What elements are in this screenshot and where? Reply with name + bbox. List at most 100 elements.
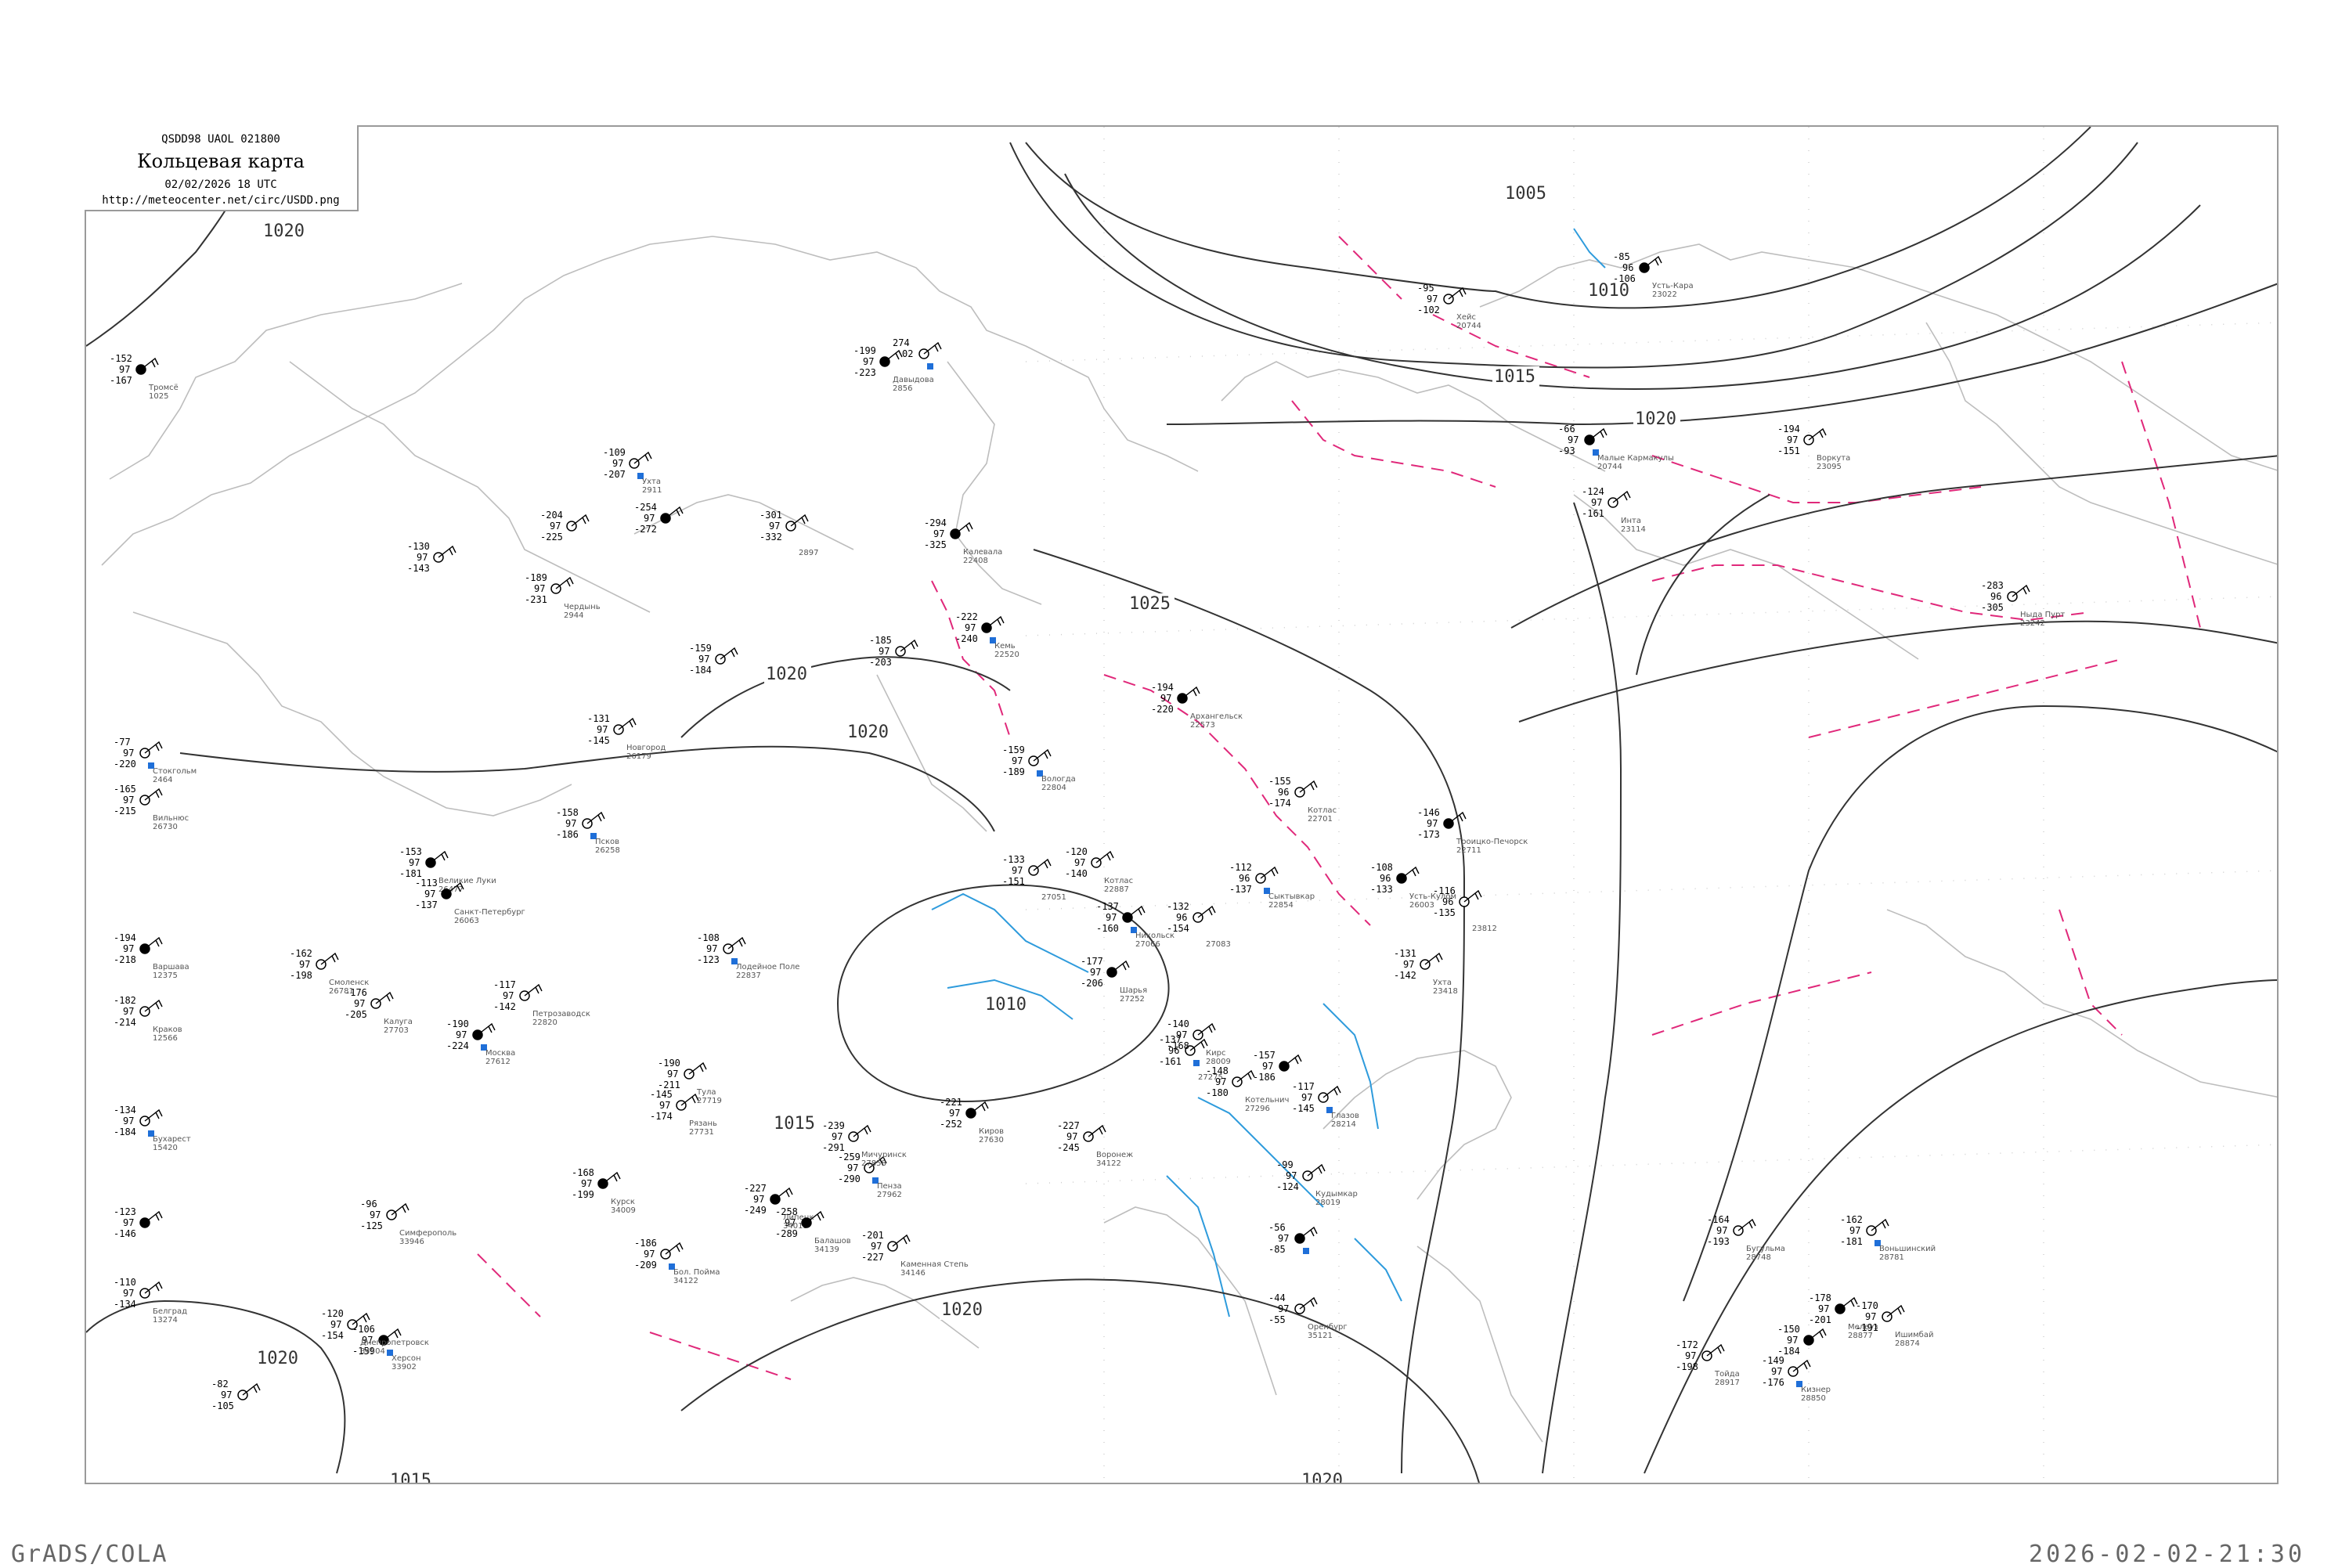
station-pressure-code: 97 bbox=[1176, 1029, 1187, 1040]
station-name: Пенза bbox=[877, 1182, 902, 1191]
station-pressure-code: 97 bbox=[123, 1006, 134, 1017]
station-plot: -11797-145 Глазов28214 bbox=[1292, 1081, 1359, 1129]
station-id: 28917 bbox=[1715, 1379, 1740, 1387]
station-name: Воронеж bbox=[1096, 1151, 1133, 1159]
station-plot: -10997-207 Ухта2911 bbox=[603, 447, 662, 495]
coastlines bbox=[101, 236, 2277, 1443]
station-dewpoint: -227 bbox=[861, 1252, 884, 1263]
station-name: Санкт-Петербург bbox=[454, 908, 525, 917]
station-dewpoint: -85 bbox=[1268, 1244, 1286, 1255]
station-plot: -19097-224 Москва27612 bbox=[446, 1018, 515, 1066]
station-id: 15420 bbox=[153, 1144, 178, 1152]
wind-barb bbox=[144, 741, 163, 754]
wind-barb bbox=[1322, 1085, 1341, 1098]
station-name: Малые Кармакулы bbox=[1597, 454, 1674, 463]
station-plot: -18697-209 Бол. Пойма34122 bbox=[634, 1238, 720, 1285]
station-pressure-code: 97 bbox=[1591, 497, 1602, 508]
station-plot: -15097-184 bbox=[1777, 1324, 1827, 1357]
isobar-label: 1005 bbox=[1505, 184, 1546, 204]
station-pressure-code: 97 bbox=[354, 998, 365, 1009]
wind-barb bbox=[1612, 490, 1631, 503]
station-id: 2856 bbox=[893, 384, 912, 393]
station-temperature: -301 bbox=[760, 510, 782, 521]
wind-barb bbox=[1299, 780, 1318, 793]
station-dewpoint: -105 bbox=[211, 1400, 234, 1411]
isobar-label: 1020 bbox=[941, 1300, 983, 1320]
wind-barb bbox=[1111, 960, 1130, 973]
station-dewpoint: -154 bbox=[321, 1330, 344, 1341]
bulletin-code: QSDD98 UAOL 021800 bbox=[161, 133, 280, 146]
isobar-1010-east bbox=[1510, 455, 2277, 629]
station-name: Тромсё bbox=[148, 384, 179, 392]
wind-barb bbox=[665, 506, 684, 519]
station-temperature: -120 bbox=[1065, 846, 1088, 857]
wind-barb bbox=[375, 991, 394, 1004]
station-dewpoint: -290 bbox=[838, 1173, 861, 1184]
station-pressure-code: 97 bbox=[785, 1217, 796, 1228]
wind-barb bbox=[1307, 1163, 1326, 1177]
station-temperature: -190 bbox=[446, 1018, 469, 1029]
station-plot: -17797-206 Шарья27252 bbox=[1081, 956, 1147, 1004]
wind-barb bbox=[900, 639, 918, 652]
station-temperature: -157 bbox=[1253, 1050, 1276, 1061]
station-name: Ишимбай bbox=[1895, 1331, 1933, 1339]
station-id: 34122 bbox=[673, 1277, 698, 1285]
wind-barb bbox=[1283, 1054, 1302, 1067]
station-temperature: -130 bbox=[407, 541, 430, 552]
station-dewpoint: -133 bbox=[1370, 884, 1393, 895]
station-pressure-code: 97 bbox=[123, 795, 134, 806]
station-dewpoint: -193 bbox=[1707, 1236, 1730, 1247]
map-canvas: 1005 1010 1015 1020 1025 1020 1010 1015 … bbox=[86, 127, 2277, 1483]
wind-barb bbox=[1871, 1218, 1889, 1231]
wind-barb bbox=[140, 357, 159, 370]
station-name: Бол. Пойма bbox=[673, 1268, 720, 1277]
station-name: Тула bbox=[696, 1088, 716, 1097]
station-id: 23022 bbox=[1652, 290, 1677, 299]
station-pressure-code: 97 bbox=[424, 889, 435, 899]
wind-barb bbox=[1808, 427, 1827, 441]
station-name: Краков bbox=[153, 1026, 182, 1034]
wind-barb bbox=[633, 451, 652, 464]
wind-barb bbox=[524, 983, 543, 997]
station-id: 35121 bbox=[1308, 1332, 1333, 1340]
station-temperature: 274 bbox=[893, 337, 910, 348]
station-name: Каменная Степь bbox=[900, 1260, 969, 1269]
wind-barb bbox=[320, 952, 339, 965]
station-name: Кудымкар bbox=[1315, 1190, 1358, 1199]
station-name: Днепропетровск bbox=[360, 1339, 429, 1347]
station-pressure-code: 97 bbox=[698, 654, 709, 665]
wind-barb bbox=[144, 1210, 163, 1224]
station-dewpoint: -123 bbox=[697, 954, 720, 965]
station-temperature: -95 bbox=[1417, 283, 1434, 294]
map-title: Кольцевая карта bbox=[137, 150, 305, 172]
station-dewpoint: -161 bbox=[1159, 1056, 1182, 1067]
station-temperature: -131 bbox=[1394, 948, 1416, 959]
station-dewpoint: -145 bbox=[587, 735, 610, 746]
station-temperature: -159 bbox=[1002, 744, 1025, 755]
station-pressure-code: 97 bbox=[123, 748, 134, 759]
station-temperature: -132 bbox=[1167, 901, 1189, 912]
source-url[interactable]: http://meteocenter.net/circ/USDD.png bbox=[85, 194, 357, 207]
station-plot: -22797-245 Воронеж34122 bbox=[1057, 1120, 1133, 1168]
station-pressure-code: 97 bbox=[871, 1241, 882, 1252]
station-pressure-code: 97 bbox=[1403, 959, 1414, 970]
station-id: 22701 bbox=[1308, 815, 1333, 824]
station-plot: -16597-215 Вильнюс26730 bbox=[114, 784, 189, 831]
station-plot: -12097-140 Котлас22887 bbox=[1065, 846, 1133, 894]
station-temperature: -189 bbox=[525, 572, 547, 583]
station-temperature: -185 bbox=[869, 635, 892, 646]
station-dewpoint: -198 bbox=[1676, 1361, 1698, 1372]
isobar-1025 bbox=[1033, 549, 1466, 1474]
wind-barb bbox=[586, 811, 605, 824]
precip-flag-icon bbox=[927, 363, 933, 369]
station-temperature: -123 bbox=[114, 1206, 136, 1217]
station-plot: -16497-193 Бугульма28748 bbox=[1707, 1214, 1785, 1262]
wind-barb bbox=[1189, 1038, 1208, 1051]
station-plot: -6697-93 Малые Кармакулы20744 bbox=[1558, 424, 1674, 471]
station-dewpoint: -142 bbox=[493, 1001, 516, 1012]
wind-barb bbox=[144, 788, 163, 801]
station-pressure-code: 97 bbox=[456, 1029, 467, 1040]
wind-barb bbox=[352, 1312, 370, 1325]
wind-barb bbox=[555, 576, 574, 589]
station-plot: -16897-199 Курск34009 bbox=[572, 1167, 636, 1215]
